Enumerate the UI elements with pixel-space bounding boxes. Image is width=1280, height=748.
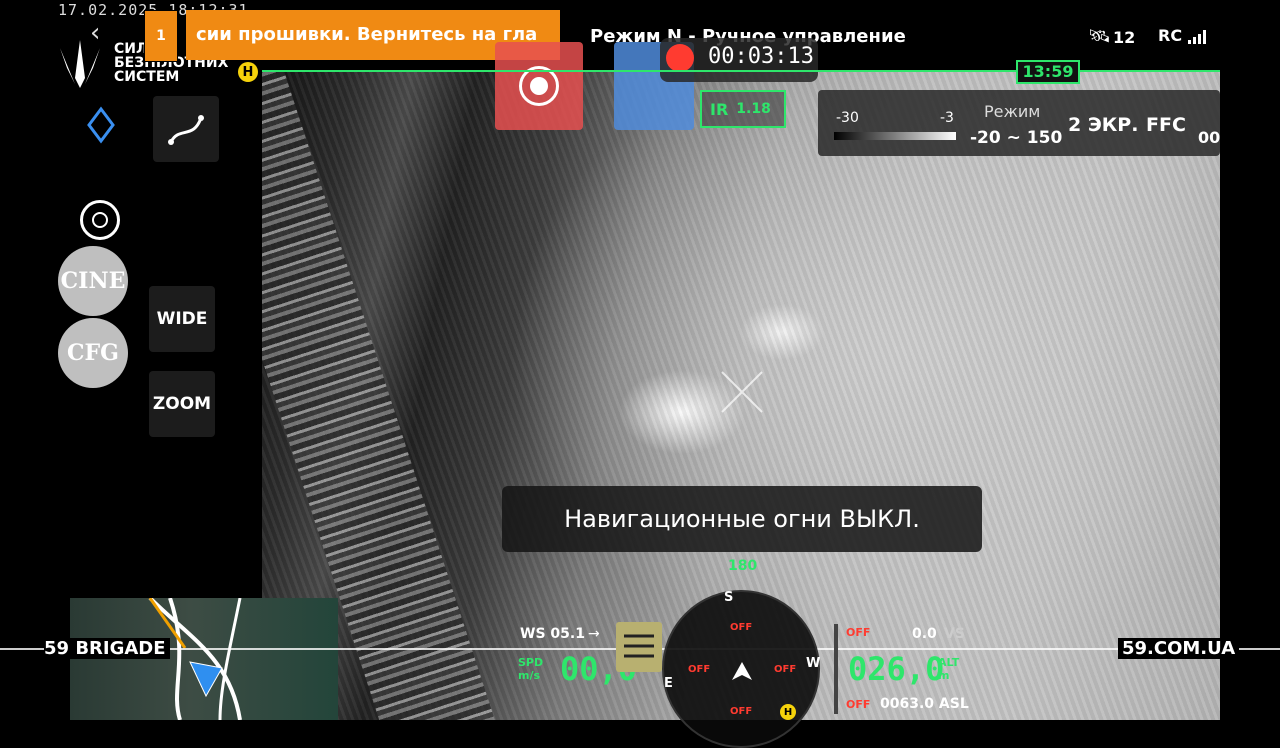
waypoint-diamond-icon[interactable] bbox=[86, 106, 116, 144]
unit-emblem-icon bbox=[616, 622, 662, 672]
altitude-labels: ALT m bbox=[938, 656, 959, 682]
compass-west: W bbox=[806, 656, 821, 671]
site-label: 59.COM.UA bbox=[1118, 638, 1240, 659]
thermal-extra-value: 00 bbox=[1198, 128, 1221, 147]
ffc-button[interactable]: FFC bbox=[1146, 114, 1186, 136]
gain-mode-range: -20 ~ 150 bbox=[970, 128, 1063, 148]
flight-time-remaining: 13:59 bbox=[1016, 60, 1080, 84]
focus-target-icon[interactable] bbox=[80, 200, 120, 240]
route-path-icon bbox=[168, 115, 204, 145]
nav-lights-toast: Навигационные огни ВЫКЛ. bbox=[502, 486, 982, 552]
rc-signal-icon bbox=[1188, 28, 1206, 44]
satellite-icon: 🛰 bbox=[1088, 26, 1111, 47]
obstacle-front-off: OFF bbox=[730, 622, 753, 633]
home-point-icon: H bbox=[238, 62, 258, 82]
ir-label: IR bbox=[710, 99, 729, 119]
ir-zoom-value: 1.18 bbox=[736, 101, 771, 117]
palette-gradient-bar[interactable] bbox=[834, 132, 956, 140]
spd-label: SPD bbox=[518, 656, 544, 669]
obstacle-left-off: OFF bbox=[688, 664, 711, 675]
heading-value: 180 bbox=[728, 558, 758, 574]
altitude-asl: 0063.0 ASL bbox=[880, 696, 969, 712]
wide-lens-button[interactable]: WIDE bbox=[149, 286, 215, 352]
aircraft-arrow-icon bbox=[732, 662, 752, 680]
cine-button[interactable]: CINE bbox=[58, 246, 128, 316]
left-control-panel bbox=[0, 0, 262, 600]
spd-labels: SPD m/s bbox=[518, 656, 543, 682]
cfg-button[interactable]: CFG bbox=[58, 318, 128, 388]
palette-max: -3 bbox=[940, 110, 954, 126]
palette-min: -30 bbox=[836, 110, 859, 126]
brigade-label: 59 BRIGADE bbox=[44, 638, 170, 659]
spd-unit: m/s bbox=[518, 669, 541, 682]
warning-badge[interactable]: 1 bbox=[144, 10, 178, 62]
compass-south: S bbox=[724, 590, 734, 605]
altitude-unit: m bbox=[938, 669, 950, 682]
mini-map[interactable] bbox=[70, 598, 338, 720]
obstacle-top-off: OFF bbox=[846, 626, 871, 639]
altitude-value: 026,0 bbox=[848, 650, 945, 688]
vertical-speed-bar bbox=[834, 624, 838, 714]
org-line-3: СИСТЕМ bbox=[114, 69, 180, 85]
back-chevron-icon[interactable]: ‹ bbox=[90, 18, 100, 48]
wind-direction-icon: → bbox=[588, 626, 600, 642]
record-timer: 00:03:13 bbox=[708, 44, 814, 69]
screen-mode-button[interactable]: 2 ЭКР. bbox=[1068, 114, 1138, 136]
crosshair-icon bbox=[721, 371, 763, 413]
obstacle-right-off: OFF bbox=[774, 664, 797, 675]
altitude-label: ALT bbox=[938, 656, 960, 669]
rc-label: RC bbox=[1158, 26, 1183, 45]
satellite-count: 12 bbox=[1113, 28, 1136, 47]
aircraft-position-icon bbox=[189, 661, 223, 698]
compass-home-icon: H bbox=[780, 704, 796, 720]
obstacle-back-off: OFF bbox=[730, 706, 753, 717]
wind-speed: WS 05.1 bbox=[520, 626, 585, 642]
ir-tab[interactable]: IR 1.18 bbox=[700, 90, 786, 128]
record-target-icon bbox=[519, 66, 559, 106]
shutter-mode-button[interactable] bbox=[495, 42, 583, 130]
obstacle-bottom-off: OFF bbox=[846, 698, 871, 711]
compass-east: E bbox=[664, 676, 673, 691]
gain-mode-label: Режим bbox=[984, 102, 1041, 121]
zoom-lens-button[interactable]: ZOOM bbox=[149, 371, 215, 437]
flight-route-button[interactable] bbox=[153, 96, 219, 162]
vertical-speed-label: VS bbox=[944, 626, 965, 642]
record-dot-icon bbox=[666, 44, 694, 72]
vertical-speed-value: 0.0 bbox=[912, 626, 937, 642]
